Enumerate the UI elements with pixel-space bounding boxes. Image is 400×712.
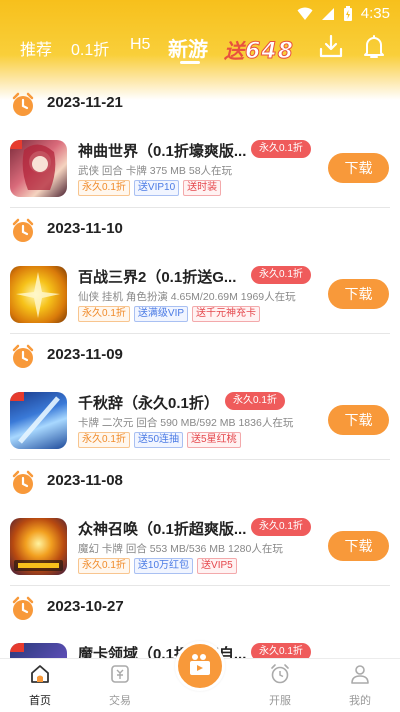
game-meta: 魔幻 卡牌 回合 553 MB/536 MB 1280人在玩 (78, 543, 283, 555)
active-tab-indicator (180, 61, 200, 64)
game-title: 百战三界2（0.1折送G... (78, 269, 237, 286)
game-meta: 卡牌 二次元 回合 590 MB/592 MB 1836人在玩 (78, 417, 294, 429)
battery-icon (343, 5, 352, 21)
tag: 送千元神充卡 (192, 306, 261, 322)
game-title: 千秋辞（永久0.1折） (78, 395, 219, 412)
alarm-clock-icon (12, 470, 34, 494)
download-button[interactable]: 下载 (328, 405, 389, 435)
date-label: 2023-11-21 (47, 94, 123, 111)
game-thumbnail (10, 266, 67, 323)
nav-profile[interactable]: 我的 (330, 663, 390, 708)
game-thumbnail (10, 140, 67, 197)
download-icon[interactable] (319, 34, 343, 60)
nav-home[interactable]: 首页 (10, 663, 70, 708)
date-header: 2023-11-10 (0, 212, 400, 252)
nav-server[interactable]: 开服 (250, 663, 310, 708)
tag-list: 永久0.1折 送50连抽 送5星红桃 (78, 432, 241, 448)
date-label: 2023-11-08 (47, 472, 123, 489)
alarm-clock-icon (12, 218, 34, 242)
date-label: 2023-10-27 (47, 598, 124, 615)
promo-number: 648 (245, 39, 294, 65)
alarm-clock-icon (12, 344, 34, 368)
tag: 永久0.1折 (78, 306, 130, 322)
tag: 送时装 (183, 180, 222, 196)
divider (10, 333, 390, 334)
game-title: 神曲世界（0.1折壕爽版... (78, 143, 247, 160)
tag: 送50连抽 (133, 432, 184, 448)
alarm-clock-icon (12, 596, 34, 620)
tab-discount[interactable]: 0.1折 (71, 36, 109, 60)
tab-new-games[interactable]: 新游 (168, 33, 208, 62)
divider (10, 585, 390, 586)
promo-648-banner[interactable]: 送648 (224, 35, 294, 65)
video-icon (190, 654, 210, 675)
profile-icon (351, 665, 369, 684)
game-thumbnail (10, 518, 67, 575)
discount-badge: 永久0.1折 (251, 518, 311, 536)
date-header: 2023-11-21 (0, 86, 400, 126)
tab-recommend[interactable]: 推荐 (20, 36, 52, 60)
date-header: 2023-11-08 (0, 464, 400, 504)
download-button[interactable]: 下载 (328, 279, 389, 309)
tag: 送满级VIP (133, 306, 189, 322)
tag: 送5星红桃 (187, 432, 241, 448)
tag: 永久0.1折 (78, 558, 130, 574)
nav-label: 首页 (29, 695, 51, 707)
tag: 永久0.1折 (78, 180, 130, 196)
nav-trade[interactable]: 交易 (90, 663, 150, 708)
alarm-icon (271, 664, 289, 684)
alarm-clock-icon (12, 92, 34, 116)
game-thumbnail (10, 643, 67, 658)
tag: 送VIP5 (197, 558, 237, 574)
discount-badge: 永久0.1折 (225, 392, 285, 410)
date-header: 2023-10-27 (0, 590, 400, 630)
download-button[interactable]: 下载 (328, 531, 389, 561)
divider (10, 207, 390, 208)
trade-icon (111, 665, 129, 683)
signal-icon (321, 7, 334, 20)
game-item[interactable]: 千秋辞（永久0.1折） 永久0.1折 卡牌 二次元 回合 590 MB/592 … (0, 388, 400, 464)
header: 4:35 推荐 0.1折 H5 新游 送648 (0, 0, 400, 100)
game-item[interactable]: 神曲世界（0.1折壕爽版... 永久0.1折 武侠 回合 卡牌 375 MB 5… (0, 136, 400, 212)
game-meta: 武侠 回合 卡牌 375 MB 58人在玩 (78, 165, 233, 177)
tag-list: 永久0.1折 送VIP10 送时装 (78, 180, 222, 196)
game-thumbnail (10, 392, 67, 449)
promo-prefix: 送 (224, 39, 245, 63)
wifi-icon (297, 7, 313, 20)
home-icon (31, 665, 49, 683)
tag: 送10万红包 (133, 558, 194, 574)
nav-label: 我的 (349, 695, 371, 707)
date-label: 2023-11-09 (47, 346, 123, 363)
tab-h5[interactable]: H5 (130, 36, 150, 54)
top-nav: 推荐 0.1折 H5 新游 送648 (0, 32, 400, 68)
tag-list: 永久0.1折 送10万红包 送VIP5 (78, 558, 237, 574)
game-item[interactable]: 众神召唤（0.1折超爽版... 永久0.1折 魔幻 卡牌 回合 553 MB/5… (0, 514, 400, 590)
download-button[interactable]: 下载 (328, 153, 389, 183)
tag: 永久0.1折 (78, 432, 130, 448)
game-title: 众神召唤（0.1折超爽版... (78, 521, 247, 538)
discount-badge: 永久0.1折 (251, 266, 311, 284)
tag-list: 永久0.1折 送满级VIP 送千元神充卡 (78, 306, 261, 322)
discount-badge: 永久0.1折 (251, 140, 311, 158)
status-time: 4:35 (360, 5, 390, 22)
divider (10, 459, 390, 460)
date-header: 2023-11-09 (0, 338, 400, 378)
bell-icon[interactable] (363, 34, 385, 60)
game-item[interactable]: 百战三界2（0.1折送G... 永久0.1折 仙侠 挂机 角色扮演 4.65M/… (0, 262, 400, 338)
nav-video[interactable] (175, 641, 225, 691)
game-meta: 仙侠 挂机 角色扮演 4.65M/20.69M 1969人在玩 (78, 291, 296, 303)
date-label: 2023-11-10 (47, 220, 123, 237)
bottom-nav: 首页 交易 开服 我的 (0, 641, 400, 712)
nav-label: 开服 (269, 695, 291, 707)
tag: 送VIP10 (133, 180, 180, 196)
nav-label: 交易 (109, 695, 131, 707)
status-bar: 4:35 (0, 0, 400, 28)
discount-badge: 永久0.1折 (251, 643, 311, 658)
